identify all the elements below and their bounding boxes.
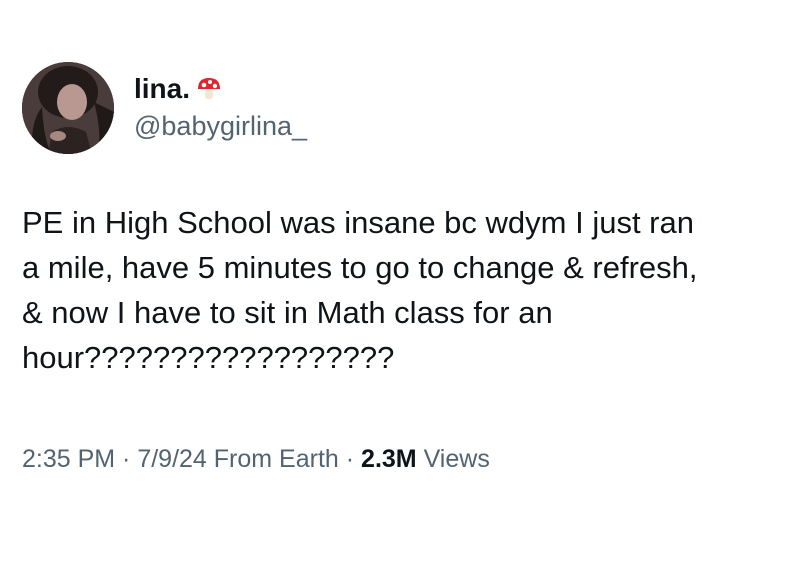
views-label: Views [416,445,490,473]
avatar-image [22,62,114,154]
views-count[interactable]: 2.3M [361,445,417,473]
tweet-meta: 2:35 PM · 7/9/24 From Earth · 2.3M Views [22,442,490,476]
display-name[interactable]: lina. [134,73,190,105]
tweet-card: lina. @babygirlina_ PE in High School wa… [0,0,800,588]
display-name-row: lina. [134,73,307,105]
meta-separator: · [115,445,138,473]
tweet-time[interactable]: 2:35 PM [22,445,115,473]
avatar[interactable] [22,62,114,154]
author-names: lina. @babygirlina_ [134,73,307,143]
user-handle[interactable]: @babygirlina_ [134,109,307,143]
tweet-header: lina. @babygirlina_ [22,62,307,154]
tweet-text: PE in High School was insane bc wdym I j… [22,205,698,375]
meta-separator: · [338,445,362,473]
tweet-date[interactable]: 7/9/24 [137,445,207,473]
mushroom-icon [196,76,222,102]
tweet-source: From Earth [206,445,339,473]
